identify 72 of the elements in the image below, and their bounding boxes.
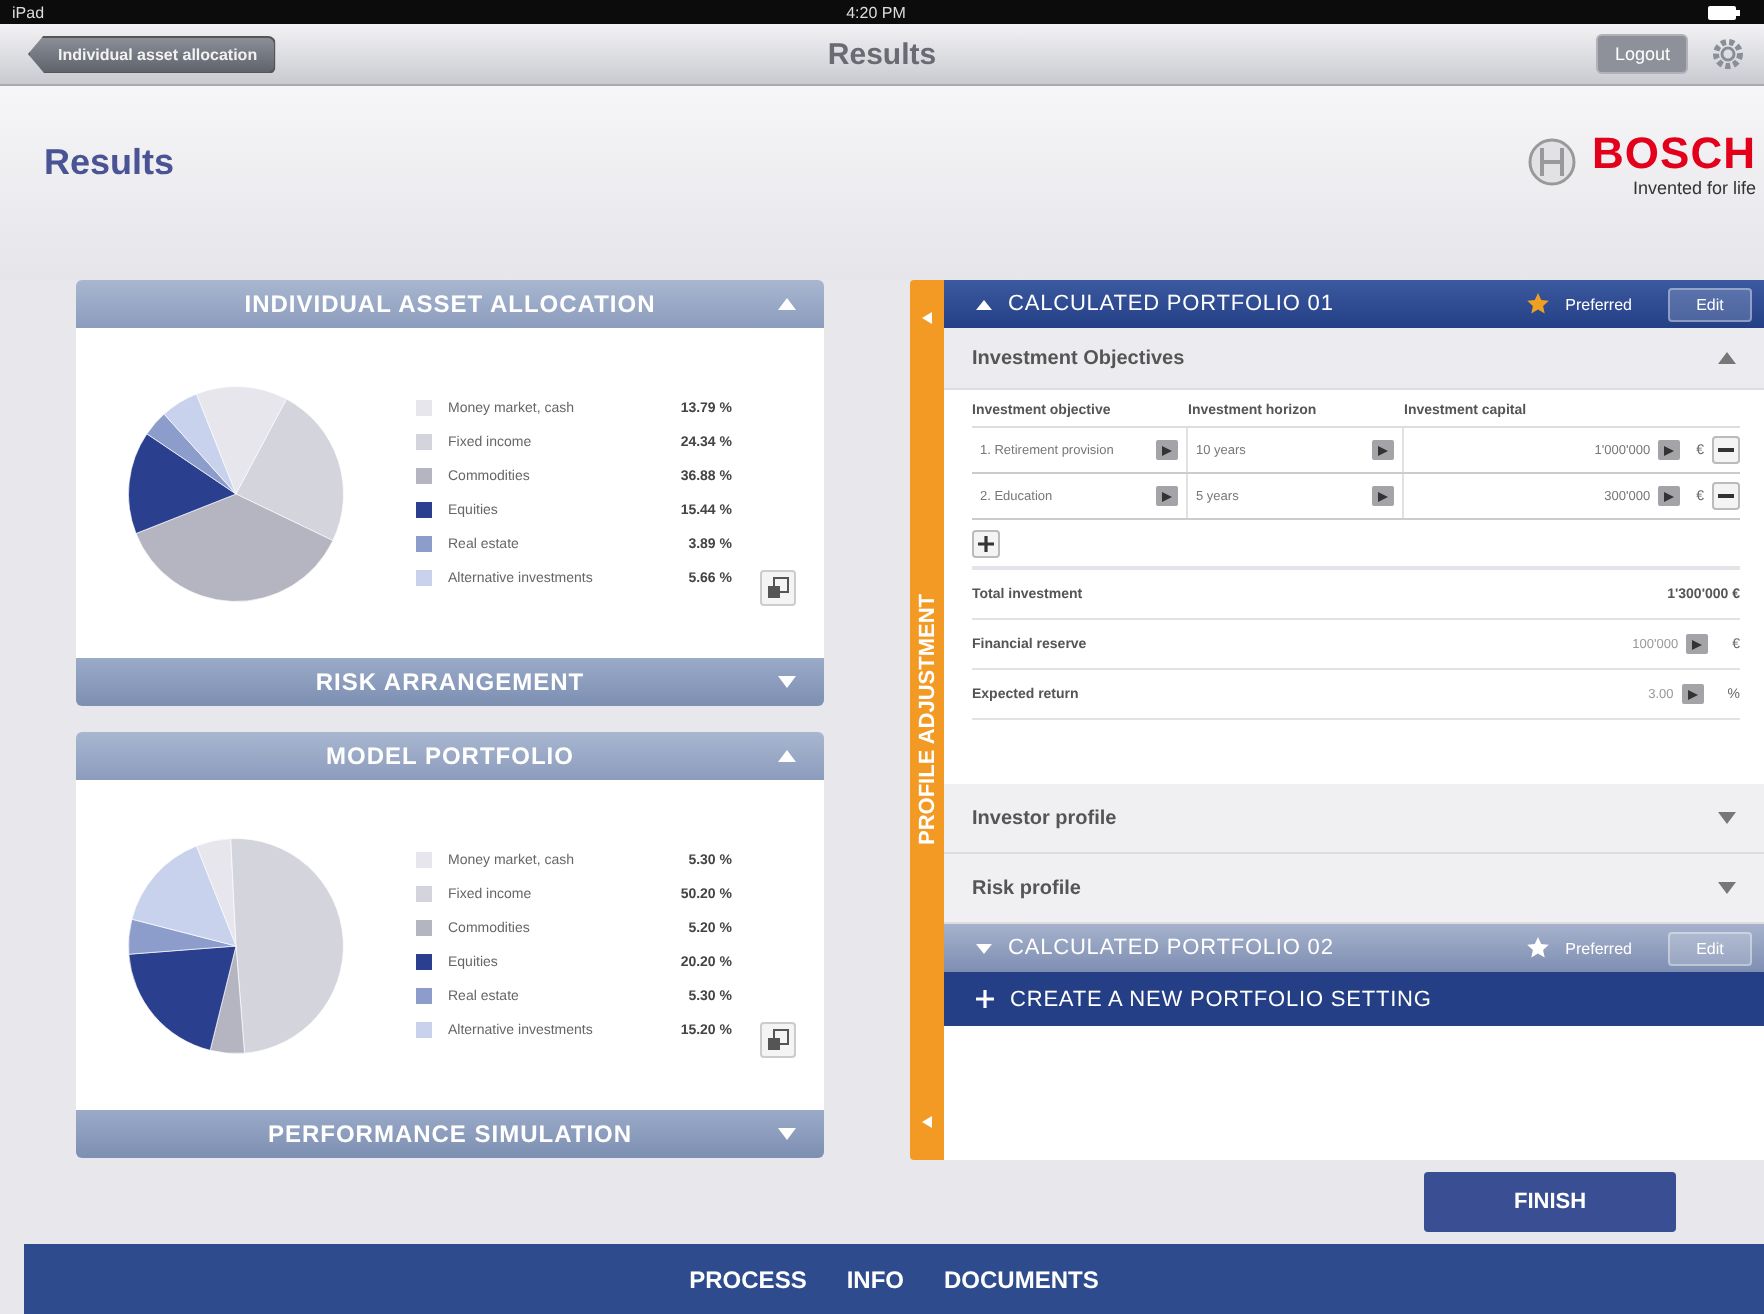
legend-swatch [416, 536, 432, 552]
preferred-label: Preferred [1565, 295, 1632, 313]
dropdown-arrow-icon [1156, 440, 1178, 460]
caret-icon [778, 750, 796, 762]
legend-swatch [416, 570, 432, 586]
panel-header[interactable]: PERFORMANCE SIMULATION [76, 1110, 824, 1158]
brand-name: BOSCH [1592, 130, 1756, 178]
minus-icon [1718, 494, 1734, 498]
logo-icon [1528, 138, 1577, 186]
legend-swatch [416, 434, 432, 450]
export-icon [766, 576, 790, 600]
edit-button[interactable]: Edit [1668, 287, 1752, 321]
panel-header[interactable]: RISK ARRANGEMENT [76, 658, 824, 706]
section-header[interactable]: Investor profile [944, 784, 1764, 854]
legend-swatch [416, 502, 432, 518]
page-title: Results [44, 142, 175, 184]
export-button[interactable] [760, 570, 796, 606]
caret-icon [778, 1128, 796, 1140]
export-icon [766, 1028, 790, 1052]
back-button[interactable]: Individual asset allocation [28, 35, 276, 73]
dropdown-arrow-icon [1681, 684, 1704, 704]
minus-icon [1718, 448, 1734, 452]
remove-button[interactable] [1712, 436, 1740, 464]
finish-button[interactable]: FINISH [1424, 1172, 1676, 1232]
section-header[interactable]: Risk profile [944, 854, 1764, 924]
brand-tagline: Invented for life [1632, 178, 1756, 198]
legend-swatch [416, 886, 432, 902]
bottom-tab[interactable]: DOCUMENTS [944, 1265, 1099, 1293]
legend-swatch [416, 468, 432, 484]
dropdown-arrow-icon [1372, 440, 1394, 460]
status-time: 4:20 PM [846, 3, 906, 21]
remove-button[interactable] [1712, 482, 1740, 510]
bottom-tab[interactable]: INFO [846, 1265, 904, 1293]
caret-icon [922, 312, 932, 324]
dropdown-arrow-icon [1658, 486, 1681, 506]
bottom-tab[interactable]: PROCESS [689, 1265, 807, 1293]
caret-icon [1718, 882, 1736, 894]
legend-swatch [416, 988, 432, 1004]
legend-swatch [416, 852, 432, 868]
portfolio-title: CALCULATED PORTFOLIO 02 [1008, 936, 1334, 960]
add-button[interactable] [972, 530, 1000, 558]
section-header[interactable]: Investment Objectives [944, 328, 1764, 390]
settings-icon[interactable] [1712, 38, 1744, 70]
battery-icon [1708, 5, 1740, 19]
dropdown-arrow-icon [1156, 486, 1178, 506]
legend-swatch [416, 1022, 432, 1038]
dropdown-arrow-icon [1686, 634, 1709, 654]
legend-swatch [416, 920, 432, 936]
export-button[interactable] [760, 1022, 796, 1058]
star-icon[interactable] [1525, 936, 1550, 960]
caret-icon [1718, 812, 1736, 824]
portfolio-header[interactable]: CALCULATED PORTFOLIO 01 Preferred Edit [944, 280, 1764, 328]
nav-title: Results [827, 37, 937, 71]
portfolio-title: CALCULATED PORTFOLIO 01 [1008, 292, 1334, 316]
preferred-label: Preferred [1565, 939, 1632, 957]
logout-button[interactable]: Logout [1596, 34, 1688, 74]
carrier-label: iPad [12, 3, 45, 21]
caret-icon [1718, 352, 1736, 364]
star-icon[interactable] [1525, 292, 1550, 316]
caret-icon [976, 943, 992, 953]
create-portfolio-button[interactable]: CREATE A NEW PORTFOLIO SETTING [944, 972, 1764, 1026]
caret-icon [778, 676, 796, 688]
legend-swatch [416, 954, 432, 970]
plus-icon [978, 536, 994, 552]
caret-icon [922, 1116, 932, 1128]
dropdown-arrow-icon [1658, 440, 1681, 460]
legend-swatch [416, 400, 432, 416]
dropdown-arrow-icon [1372, 486, 1394, 506]
plus-icon [976, 990, 994, 1008]
caret-icon [976, 299, 992, 309]
caret-icon [778, 298, 796, 310]
portfolio-header[interactable]: CALCULATED PORTFOLIO 02 Preferred Edit [944, 924, 1764, 972]
